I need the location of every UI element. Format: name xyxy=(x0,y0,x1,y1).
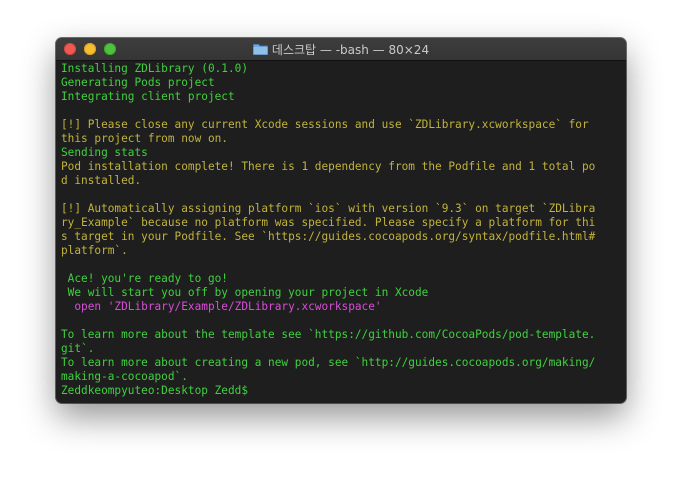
terminal-line: [!] Automatically assigning platform `io… xyxy=(61,202,596,215)
terminal-line: Installing ZDLibrary (0.1.0) xyxy=(61,62,249,75)
terminal-line: s target in your Podfile. See `https://g… xyxy=(61,230,596,243)
terminal-line: Pod installation complete! There is 1 de… xyxy=(61,160,596,173)
window-title-container: 데스크탑 — -bash — 80×24 xyxy=(56,38,626,60)
terminal-line: platform`. xyxy=(61,244,128,257)
terminal-line: [!] Please close any current Xcode sessi… xyxy=(61,118,589,131)
terminal-line: To learn more about the template see `ht… xyxy=(61,328,596,341)
terminal-line: Sending stats xyxy=(61,146,148,159)
terminal-output[interactable]: Installing ZDLibrary (0.1.0) Generating P… xyxy=(61,62,622,399)
terminal-line: ry_Example` because no platform was spec… xyxy=(61,216,596,229)
terminal-line: We will start you off by opening your pr… xyxy=(61,286,429,299)
terminal-window: 데스크탑 — -bash — 80×24 Installing ZDLibrar… xyxy=(56,38,626,403)
terminal-line: making-a-cocoapod`. xyxy=(61,370,188,383)
terminal-line: Ace! you're ready to go! xyxy=(61,272,228,285)
folder-icon xyxy=(253,44,268,55)
terminal-line: open 'ZDLibrary/Example/ZDLibrary.xcwork… xyxy=(61,300,382,313)
window-title: 데스크탑 — -bash — 80×24 xyxy=(271,42,430,57)
terminal-line: To learn more about creating a new pod, … xyxy=(61,356,596,369)
terminal-line: git`. xyxy=(61,342,95,355)
terminal-line: this project from now on. xyxy=(61,132,228,145)
title-bar[interactable]: 데스크탑 — -bash — 80×24 xyxy=(56,38,626,61)
terminal-line: Generating Pods project xyxy=(61,76,215,89)
terminal-line: Integrating client project xyxy=(61,90,235,103)
shell-prompt: Zeddkeompyuteo:Desktop Zedd$ xyxy=(61,384,255,397)
terminal-line: d installed. xyxy=(61,174,142,187)
